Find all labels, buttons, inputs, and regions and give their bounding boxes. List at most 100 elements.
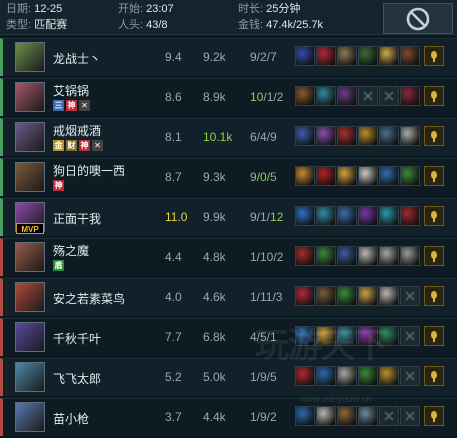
trinket-ward-icon[interactable] [424, 86, 444, 106]
player-name[interactable]: 正面干我 [53, 210, 101, 227]
empty-item-slot[interactable] [358, 86, 378, 106]
player-row[interactable]: 飞飞太郎 5.2 5.0k 1/9/5 [0, 358, 457, 396]
item-icon[interactable] [295, 86, 315, 106]
champion-portrait[interactable] [15, 122, 45, 152]
trinket-ward-icon[interactable] [424, 286, 444, 306]
item-icon[interactable] [379, 286, 399, 306]
item-icon[interactable] [316, 86, 336, 106]
item-icon[interactable] [379, 246, 399, 266]
empty-item-slot[interactable] [400, 406, 420, 426]
champion-portrait[interactable] [15, 322, 45, 352]
item-icon[interactable] [358, 326, 378, 346]
item-icon[interactable] [379, 166, 399, 186]
item-icon[interactable] [400, 46, 420, 66]
item-icon[interactable] [295, 206, 315, 226]
item-icon[interactable] [379, 206, 399, 226]
item-icon[interactable] [358, 46, 378, 66]
player-name[interactable]: 龙战士丶 [53, 50, 101, 67]
item-icon[interactable] [295, 126, 315, 146]
player-name[interactable]: 戒烟戒酒 [53, 122, 101, 139]
item-icon[interactable] [379, 366, 399, 386]
item-icon[interactable] [358, 286, 378, 306]
player-name[interactable]: 千秋千叶 [53, 330, 101, 347]
item-icon[interactable] [400, 246, 420, 266]
item-icon[interactable] [337, 366, 357, 386]
empty-item-slot[interactable] [400, 286, 420, 306]
player-row[interactable]: 龙战士丶 9.4 9.2k 9/2/7 [0, 38, 457, 76]
champion-portrait[interactable] [15, 362, 45, 392]
item-icon[interactable] [379, 326, 399, 346]
item-icon[interactable] [295, 286, 315, 306]
player-row[interactable]: 殇之魔盾 4.4 4.8k 1/10/2 [0, 238, 457, 276]
empty-item-slot[interactable] [379, 86, 399, 106]
empty-item-slot[interactable] [379, 406, 399, 426]
item-icon[interactable] [316, 166, 336, 186]
trinket-ward-icon[interactable] [424, 166, 444, 186]
player-name[interactable]: 狗日的噢一西 [53, 162, 125, 179]
trinket-ward-icon[interactable] [424, 366, 444, 386]
item-icon[interactable] [295, 326, 315, 346]
item-icon[interactable] [337, 326, 357, 346]
item-icon[interactable] [358, 366, 378, 386]
item-icon[interactable] [400, 126, 420, 146]
player-row[interactable]: 安之若素菜鸟 4.0 4.6k 1/11/3 [0, 278, 457, 316]
player-row[interactable]: 狗日的噢一西神 8.7 9.3k 9/0/5 [0, 158, 457, 196]
trinket-ward-icon[interactable] [424, 206, 444, 226]
trinket-ward-icon[interactable] [424, 246, 444, 266]
item-icon[interactable] [316, 46, 336, 66]
player-row[interactable]: 苗小枪 3.7 4.4k 1/9/2 [0, 398, 457, 436]
item-icon[interactable] [316, 126, 336, 146]
player-row[interactable]: 千秋千叶 7.7 6.8k 4/5/1 [0, 318, 457, 356]
item-icon[interactable] [337, 46, 357, 66]
champion-portrait[interactable] [15, 162, 45, 192]
item-icon[interactable] [358, 246, 378, 266]
player-row[interactable]: MVP 正面干我 11.0 9.9k 9/1/12 [0, 198, 457, 236]
item-icon[interactable] [337, 406, 357, 426]
close-button[interactable] [383, 3, 453, 34]
item-icon[interactable] [358, 206, 378, 226]
item-icon[interactable] [316, 246, 336, 266]
item-icon[interactable] [316, 286, 336, 306]
item-icon[interactable] [295, 46, 315, 66]
player-name[interactable]: 殇之魔 [53, 242, 89, 259]
item-icon[interactable] [337, 166, 357, 186]
player-name[interactable]: 飞飞太郎 [53, 370, 101, 387]
player-name[interactable]: 安之若素菜鸟 [53, 290, 125, 307]
item-icon[interactable] [295, 406, 315, 426]
item-icon[interactable] [400, 86, 420, 106]
player-row[interactable]: 戒烟戒酒金财神 ✕ 8.1 10.1k 6/4/9 [0, 118, 457, 156]
champion-portrait[interactable] [15, 242, 45, 272]
item-icon[interactable] [379, 126, 399, 146]
item-icon[interactable] [316, 406, 336, 426]
item-icon[interactable] [337, 86, 357, 106]
trinket-ward-icon[interactable] [424, 46, 444, 66]
item-icon[interactable] [295, 166, 315, 186]
item-icon[interactable] [358, 406, 378, 426]
item-icon[interactable] [337, 206, 357, 226]
empty-item-slot[interactable] [400, 366, 420, 386]
player-name[interactable]: 艾锅锅 [53, 82, 89, 99]
item-icon[interactable] [316, 326, 336, 346]
champion-portrait[interactable] [15, 82, 45, 112]
trinket-ward-icon[interactable] [424, 126, 444, 146]
champion-portrait[interactable] [15, 402, 45, 432]
item-icon[interactable] [358, 126, 378, 146]
item-icon[interactable] [337, 246, 357, 266]
trinket-ward-icon[interactable] [424, 406, 444, 426]
player-row[interactable]: 艾锅锅三神 ✕ 8.6 8.9k 10/1/2 [0, 78, 457, 116]
player-name[interactable]: 苗小枪 [53, 410, 89, 427]
item-icon[interactable] [295, 366, 315, 386]
item-icon[interactable] [379, 46, 399, 66]
item-icon[interactable] [400, 166, 420, 186]
item-icon[interactable] [337, 126, 357, 146]
item-icon[interactable] [358, 166, 378, 186]
item-icon[interactable] [316, 206, 336, 226]
empty-item-slot[interactable] [400, 326, 420, 346]
item-icon[interactable] [337, 286, 357, 306]
item-icon[interactable] [316, 366, 336, 386]
champion-portrait[interactable] [15, 282, 45, 312]
champion-portrait[interactable] [15, 42, 45, 72]
trinket-ward-icon[interactable] [424, 326, 444, 346]
item-icon[interactable] [400, 206, 420, 226]
item-icon[interactable] [295, 246, 315, 266]
